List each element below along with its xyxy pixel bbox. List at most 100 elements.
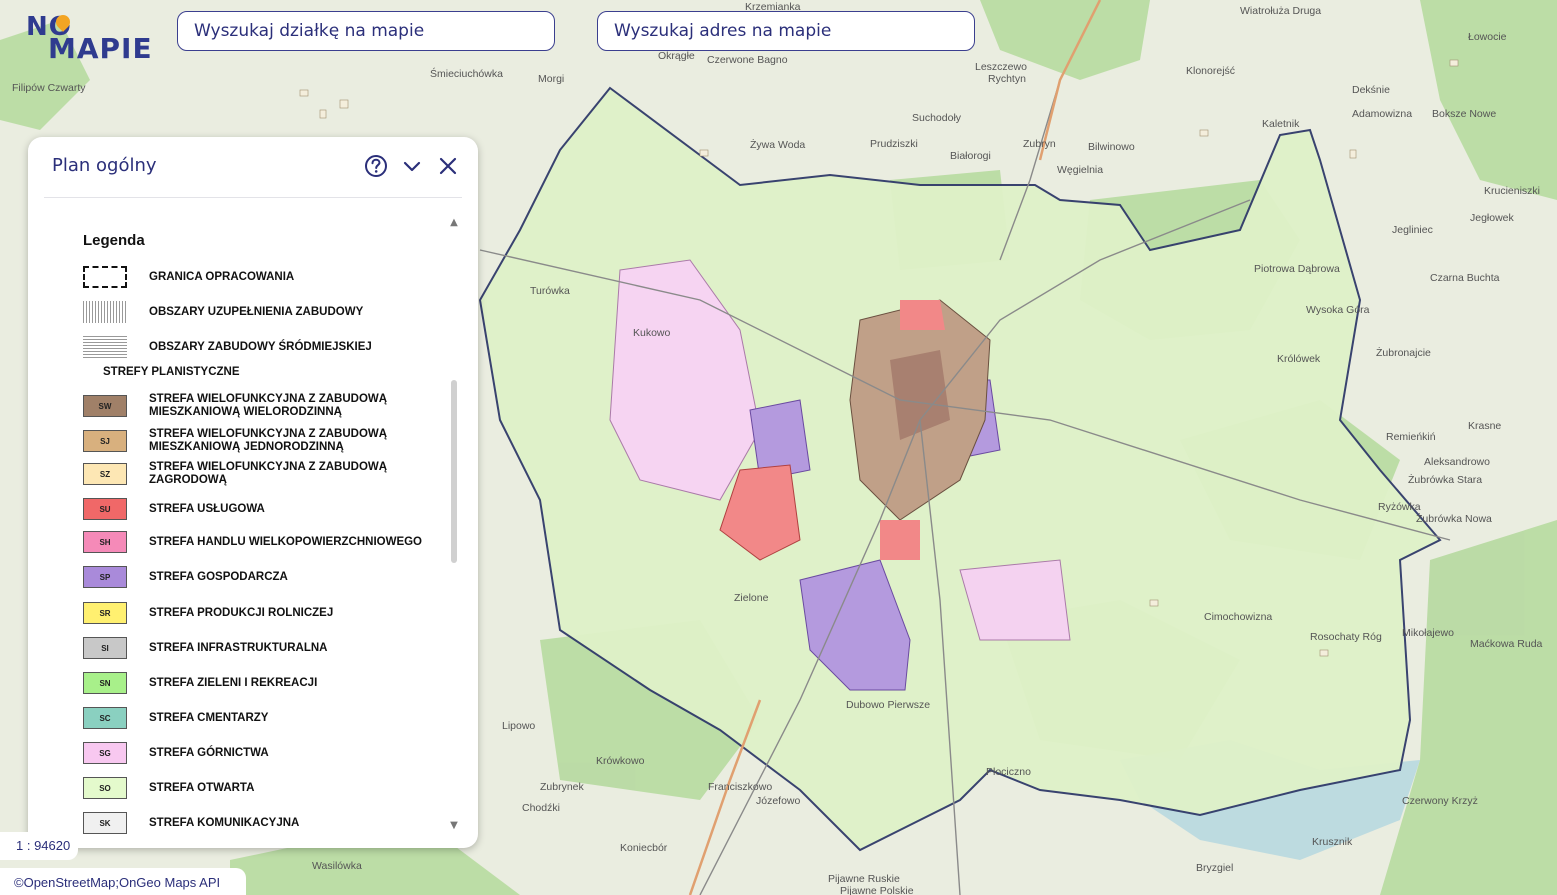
map-label: Morgi (538, 73, 564, 85)
map-label: Jegliniec (1392, 224, 1433, 236)
nomapie-logo[interactable]: NO MAPIE (26, 12, 152, 65)
map-label: Bokszе Nowe (1432, 108, 1496, 120)
map-label: Klonorejść (1186, 65, 1235, 77)
map-label: Chodźki (522, 802, 560, 814)
legend: Legenda GRANICA OPRACOWANIA OBSZARY UZUP… (83, 232, 443, 834)
map-label: Zubrynek (540, 781, 585, 793)
zone-swatch: SU (83, 498, 127, 520)
map-label: Czerwone Bagno (707, 54, 788, 66)
general-plan-panel: Plan ogólny ▲ ▼ Legenda GRANICA OPRACOWA… (28, 137, 478, 848)
legend-item: SH STREFA HANDLU WIELKOPOWIERZCHNIOWEGO (83, 531, 443, 553)
map-label: Zubryn (1023, 138, 1056, 150)
map-label: Turówka (530, 285, 570, 297)
map-label: Aleksandrowo (1424, 456, 1490, 468)
legend-item: SR STREFA PRODUKCJI ROLNICZEJ (83, 602, 443, 624)
map-label: Królówek (1277, 353, 1321, 365)
scroll-up-icon[interactable]: ▲ (448, 217, 460, 228)
map-label: Pijawne Ruskie (828, 873, 900, 885)
help-button[interactable] (363, 153, 389, 179)
boundary-swatch (83, 266, 127, 288)
map-label: Rosochaty Róg (1310, 631, 1382, 643)
legend-scrollbar[interactable] (451, 380, 457, 563)
map-label: Okrągłe (658, 50, 695, 62)
zone-swatch: SP (83, 566, 127, 588)
address-search-input[interactable] (597, 11, 975, 51)
legend-item-label: OBSZARY UZUPEŁNIENIA ZABUDOWY (149, 305, 364, 318)
infill-area-swatch (83, 301, 127, 323)
map-label: Kukowo (633, 327, 671, 339)
map-label: Wysoka Góra (1306, 304, 1370, 316)
legend-item: SZ STREFA WIELOFUNKCYJNA Z ZABUDOWĄ ZAGR… (83, 461, 443, 487)
legend-item-label: STREFA GÓRNICTWA (149, 746, 269, 759)
legend-item: SN STREFA ZIELENI I REKREACJI (83, 672, 443, 694)
zone-swatch: SK (83, 812, 127, 834)
map-attribution[interactable]: ©OpenStreetMap;OnGeo Maps API (0, 868, 246, 895)
map-label: Krucieniszki (1484, 185, 1540, 197)
map-label: Łowocie (1468, 31, 1507, 43)
map-label: Żubrówka Stara (1408, 473, 1482, 486)
collapse-button[interactable] (399, 153, 425, 179)
zone-swatch: SO (83, 777, 127, 799)
map-label: Józefowo (756, 795, 801, 807)
close-button[interactable] (435, 153, 461, 179)
legend-item-label: STREFA USŁUGOWA (149, 502, 265, 515)
map-label: Adamowizna (1352, 108, 1412, 120)
map-label: Remieńkiń (1386, 431, 1436, 443)
map-label: Śmieciuchówka (430, 67, 503, 80)
map-label: Lipowo (502, 720, 535, 732)
panel-divider (44, 197, 462, 198)
legend-section-header: STREFY PLANISTYCZNE (103, 366, 463, 379)
parcel-search-input[interactable] (177, 11, 555, 51)
map-label: Bilwinowo (1088, 141, 1135, 153)
logo-text-bottom: MAPIE (48, 32, 153, 65)
map-label: Czerwony Krzyż (1402, 795, 1478, 807)
map-label: Pijawne Polskie (840, 885, 914, 895)
map-label: Koniecbór (620, 842, 668, 854)
legend-item-label: STREFA WIELOFUNKCYJNA Z ZABUDOWĄ ZAGRODO… (149, 461, 388, 486)
legend-item-label: STREFA GOSPODARCZA (149, 570, 288, 583)
map-label: Wasilówka (312, 860, 362, 872)
map-label: Krusznik (1312, 836, 1353, 848)
map-label: Filipów Czwarty (12, 82, 86, 94)
scroll-down-icon[interactable]: ▼ (448, 820, 460, 831)
legend-item: SG STREFA GÓRNICTWA (83, 742, 443, 764)
map-label: Żubronajcie (1376, 346, 1431, 359)
map-label: Żubrówka Nowa (1416, 512, 1492, 525)
map-label: Płociczno (986, 766, 1031, 778)
map-label: Zielone (734, 592, 769, 604)
legend-item: SJ STREFA WIELOFUNKCYJNA Z ZABUDOWĄ MIES… (83, 428, 443, 454)
map-label: Ryżówka (1378, 501, 1421, 513)
map-label: Krasne (1468, 420, 1501, 432)
map-label: Prudziszki (870, 138, 918, 150)
map-label: Leszczewo (975, 61, 1027, 73)
map-label: Dubowo Pierwsze (846, 699, 930, 711)
legend-item: SW STREFA WIELOFUNKCYJNA Z ZABUDOWĄ MIES… (83, 393, 443, 419)
zone-swatch: SN (83, 672, 127, 694)
map-label: Węgielnia (1057, 164, 1103, 176)
map-label: Piotrowa Dąbrowa (1254, 263, 1340, 275)
legend-item: SK STREFA KOMUNIKACYJNA (83, 812, 443, 834)
zone-swatch: SI (83, 637, 127, 659)
map-label: Franciszkowo (708, 781, 772, 793)
panel-title: Plan ogólny (52, 155, 157, 176)
downtown-area-swatch (83, 336, 127, 358)
legend-item: SO STREFA OTWARTA (83, 777, 443, 799)
legend-item-label: STREFA WIELOFUNKCYJNA Z ZABUDOWĄ MIESZKA… (149, 393, 388, 418)
legend-item-label: STREFA ZIELENI I REKREACJI (149, 676, 318, 689)
zone-swatch: SG (83, 742, 127, 764)
legend-item: OBSZARY ZABUDOWY ŚRÓDMIEJSKIEJ (83, 336, 443, 358)
legend-section-label: STREFY PLANISTYCZNE (103, 366, 240, 378)
legend-item-label: STREFA WIELOFUNKCYJNA Z ZABUDOWĄ MIESZKA… (149, 428, 388, 453)
legend-item-label: GRANICA OPRACOWANIA (149, 270, 295, 283)
map-label: Rychtyn (988, 73, 1026, 85)
map-label: Cimochowizna (1204, 611, 1272, 623)
map-label: Jegłowek (1470, 212, 1515, 224)
chevron-down-icon (403, 161, 421, 172)
zone-swatch: SH (83, 531, 127, 553)
zone-swatch: SR (83, 602, 127, 624)
zone-swatch: SZ (83, 463, 127, 485)
map-label: Mikołajewo (1402, 627, 1454, 639)
legend-item-label: OBSZARY ZABUDOWY ŚRÓDMIEJSKIEJ (149, 340, 372, 353)
map-label: Bryzgiel (1196, 862, 1233, 874)
map-label: Maćkowa Ruda (1470, 638, 1543, 650)
